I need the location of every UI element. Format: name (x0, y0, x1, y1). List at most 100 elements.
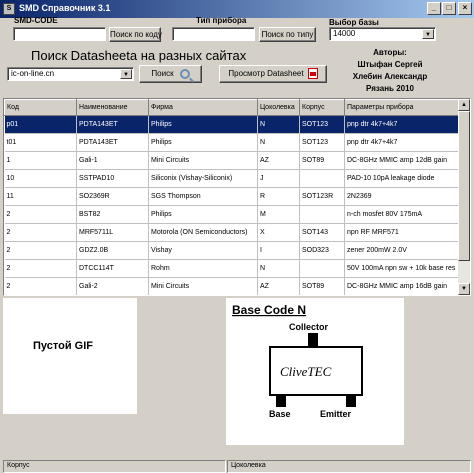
cell-firm[interactable]: Rohm (148, 259, 258, 278)
cell-pinout[interactable]: R (257, 187, 300, 206)
cell-name[interactable]: BST82 (76, 205, 149, 224)
cell-params[interactable]: PAD-10 10pA leakage diode (344, 169, 460, 188)
table-row[interactable]: 2 DTCC114T Rohm N 50V 100mA npn sw + 10k bas… (4, 259, 460, 278)
cell-params[interactable]: n-ch mosfet 80V 175mA (344, 205, 460, 224)
cell-params[interactable]: zener 200mW 2.0V (344, 241, 460, 260)
table-row[interactable]: 2 MRF5711L Motorola (ON Semiconductors) X SO… (4, 223, 460, 242)
cell-package[interactable]: SOT89 (299, 277, 345, 295)
cell-firm[interactable]: Mini Circuits (148, 277, 258, 295)
table-row[interactable]: p02PDTC143ETPhilipsNSOT123npn 4k7+4k7 bi… (5, 296, 460, 297)
cell-params[interactable]: 2N2369 (344, 187, 460, 206)
cell-params[interactable]: npn RF MRF571 (344, 223, 460, 242)
cell-code[interactable]: 2 (4, 259, 77, 278)
cell-params[interactable]: pnp dtr 4k7+4k7 (344, 115, 460, 134)
cell-pinout[interactable]: N (257, 133, 300, 152)
column-header-code[interactable]: Код (4, 99, 77, 116)
cell-package[interactable]: SOT123 (299, 133, 345, 152)
database-select[interactable]: 14000 ▼ (329, 27, 436, 41)
cell-firm[interactable]: Siliconix (Vishay-Siliconix) (148, 169, 258, 188)
chevron-down-icon[interactable]: ▼ (422, 29, 434, 39)
cell-firm[interactable]: Vishay (148, 241, 258, 260)
cell-pinout[interactable]: M (257, 205, 300, 224)
smd-code-input[interactable] (13, 27, 106, 41)
table-row[interactable]: 10 SSTPAD10 Siliconix (Vishay-Siliconix) J P… (4, 169, 460, 188)
cell-package[interactable]: SOT123R (299, 187, 345, 206)
view-datasheet-button[interactable]: Просмотр Datasheet (219, 65, 327, 83)
cell-pinout[interactable]: N (257, 259, 300, 278)
cell-firm[interactable]: Mini Circuits (148, 151, 258, 170)
cell-firm[interactable]: Philips (148, 205, 258, 224)
cell-params[interactable]: 50V 100mA npn sw + 10k base res (344, 259, 460, 278)
cell-firm[interactable]: Motorola (ON Semiconductors) (148, 223, 258, 242)
cell-name[interactable]: Gali-1 (76, 151, 149, 170)
table-row[interactable]: 1 Gali-1 Mini Circuits AZ SOT89 DC-8GHz MMIC … (4, 151, 460, 170)
cell-code[interactable]: p02 (5, 296, 77, 297)
close-button[interactable]: × (458, 2, 472, 15)
scroll-thumb[interactable] (458, 111, 470, 261)
cell-pinout[interactable]: N (257, 115, 300, 134)
vertical-scrollbar[interactable]: ▲ ▼ (458, 99, 470, 295)
device-type-input[interactable] (172, 27, 255, 41)
search-by-type-button[interactable]: Поиск по типу (259, 27, 316, 42)
cell-package[interactable]: SOT123 (300, 296, 345, 297)
cell-name[interactable]: MRF5711L (76, 223, 149, 242)
app-icon[interactable]: S (3, 3, 15, 15)
cell-params[interactable]: pnp dtr 4k7+4k7 (344, 133, 460, 152)
column-header-firm[interactable]: Фирма (148, 99, 258, 116)
cell-code[interactable]: 2 (4, 241, 77, 260)
table-row[interactable]: p01 PDTA143ET Philips N SOT123 pnp dtr 4k7+4k… (4, 115, 460, 134)
cell-firm[interactable]: Philips (148, 115, 258, 134)
minimize-button[interactable]: _ (427, 2, 441, 15)
maximize-button[interactable]: □ (442, 2, 456, 15)
table-row[interactable]: 2 Gali-2 Mini Circuits AZ SOT89 DC-8GHz MMIC … (4, 277, 460, 295)
cell-name[interactable]: PDTA143ET (76, 115, 149, 134)
cell-code[interactable]: p01 (4, 115, 77, 134)
cell-firm[interactable]: SGS Thompson (148, 187, 258, 206)
cell-name[interactable]: DTCC114T (76, 259, 149, 278)
cell-name[interactable]: GDZ2.0B (76, 241, 149, 260)
cell-package[interactable]: SOT89 (299, 151, 345, 170)
results-grid[interactable]: Код Наименование Фирма Цоколевка Корпус … (3, 98, 471, 296)
cell-code[interactable]: 2 (4, 205, 77, 224)
table-row[interactable]: 11 SO2369R SGS Thompson R SOT123R 2N2369 (4, 187, 460, 206)
cell-package[interactable]: SOT123 (299, 115, 345, 134)
scroll-up-icon[interactable]: ▲ (458, 99, 470, 111)
cell-code[interactable]: 2 (4, 277, 77, 295)
cell-package[interactable] (299, 169, 345, 188)
column-header-name[interactable]: Наименование (76, 99, 149, 116)
cell-name[interactable]: PDTC143ET (77, 296, 149, 297)
cell-firm[interactable]: Philips (149, 296, 258, 297)
cell-code[interactable]: 10 (4, 169, 77, 188)
cell-code[interactable]: 11 (4, 187, 77, 206)
cell-package[interactable] (299, 259, 345, 278)
cell-package[interactable] (299, 205, 345, 224)
cell-params[interactable]: DC-8GHz MMIC amp 16dB gain (344, 277, 460, 295)
cell-pinout[interactable]: AZ (257, 277, 300, 295)
table-row[interactable]: t01 PDTA143ET Philips N SOT123 pnp dtr 4k7+4k… (4, 133, 460, 152)
search-by-code-button[interactable]: Поиск по коду (109, 27, 162, 42)
cell-name[interactable]: Gali-2 (76, 277, 149, 295)
chevron-down-icon[interactable]: ▼ (120, 69, 132, 79)
cell-pinout[interactable]: AZ (257, 151, 300, 170)
column-header-params[interactable]: Параметры прибора (344, 99, 460, 116)
cell-pinout[interactable]: X (257, 223, 300, 242)
cell-pinout[interactable]: I (257, 241, 300, 260)
table-row[interactable]: 2 GDZ2.0B Vishay I SOD323 zener 200mW 2.0V (4, 241, 460, 260)
cell-pinout[interactable]: N (258, 296, 300, 297)
cell-name[interactable]: SSTPAD10 (76, 169, 149, 188)
cell-package[interactable]: SOD323 (299, 241, 345, 260)
site-select[interactable]: ic-on-line.cn ▼ (7, 67, 134, 81)
scroll-down-icon[interactable]: ▼ (458, 283, 470, 295)
cell-code[interactable]: 1 (4, 151, 77, 170)
cell-code[interactable]: t01 (4, 133, 77, 152)
table-row[interactable]: 2 BST82 Philips Mn-ch mosfet 80V 175mA (4, 205, 460, 224)
cell-params[interactable]: DC-8GHz MMIC amp 12dB gain (344, 151, 460, 170)
cell-firm[interactable]: Philips (148, 133, 258, 152)
cell-name[interactable]: PDTA143ET (76, 133, 149, 152)
cell-package[interactable]: SOT143 (299, 223, 345, 242)
column-header-package[interactable]: Корпус (299, 99, 345, 116)
column-header-pinout[interactable]: Цоколевка (257, 99, 300, 116)
cell-pinout[interactable]: J (257, 169, 300, 188)
cell-code[interactable]: 2 (4, 223, 77, 242)
cell-params[interactable]: npn 4k7+4k7 bias res (345, 296, 460, 297)
